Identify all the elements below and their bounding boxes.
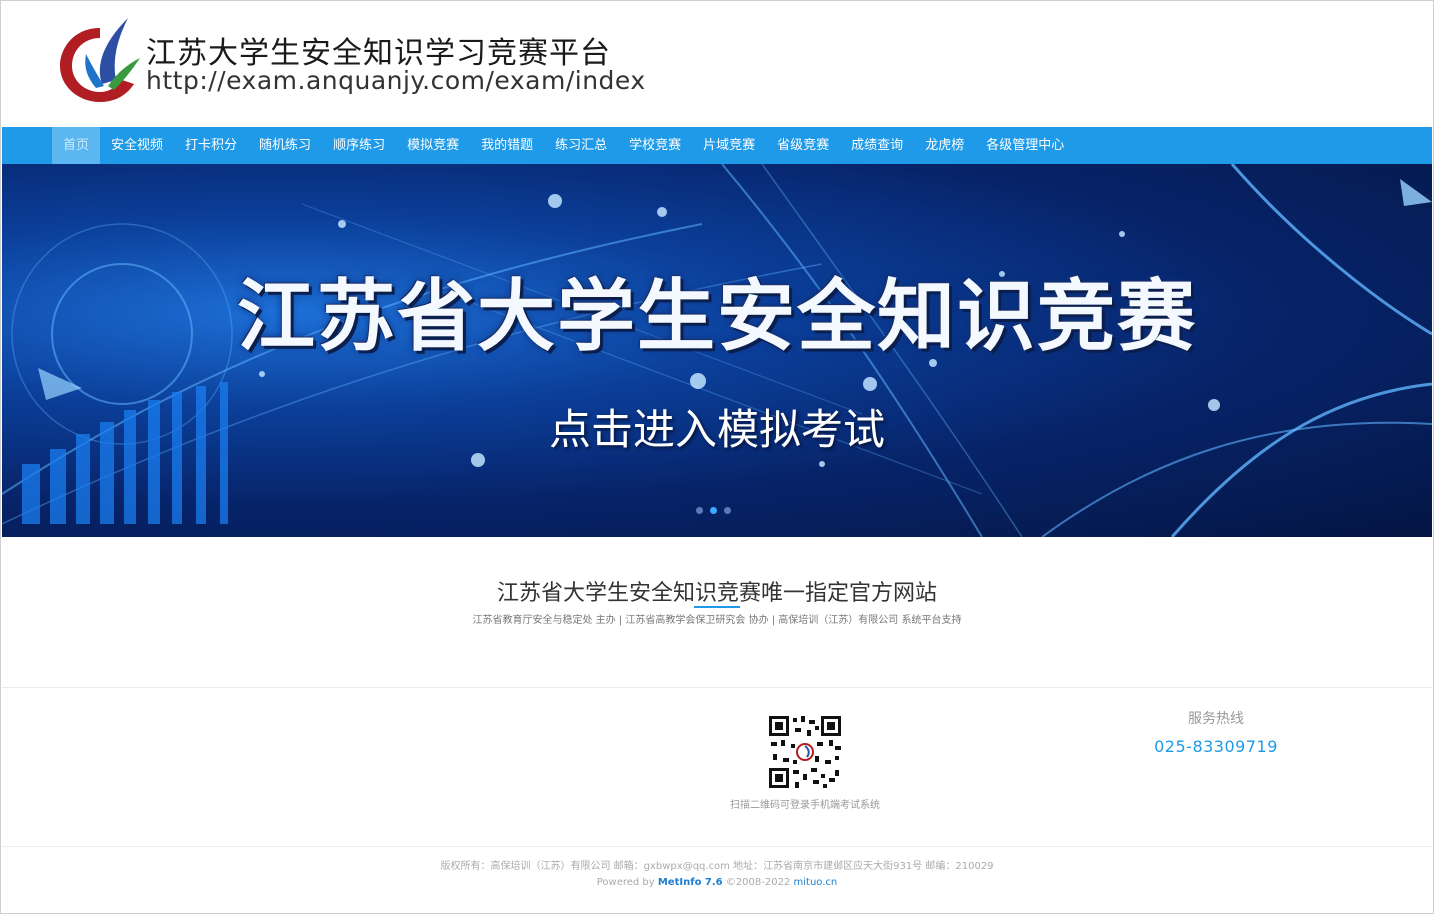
metinfo-link[interactable]: MetInfo 7.6 xyxy=(658,877,723,888)
slider-dot[interactable] xyxy=(696,507,703,514)
slider-dot[interactable] xyxy=(724,507,731,514)
slider-dots xyxy=(696,507,731,514)
powered-years: ©2008-2022 xyxy=(722,877,794,888)
nav-item-mock-contest[interactable]: 模拟竞赛 xyxy=(396,127,470,164)
mock-exam-entry-link[interactable]: 点击进入模拟考试 xyxy=(2,396,1432,457)
powered-prefix: Powered by xyxy=(596,877,658,888)
hotline-label: 服务热线 xyxy=(1188,711,1244,727)
nav-item-checkin-points[interactable]: 打卡积分 xyxy=(174,127,248,164)
hotline-number[interactable]: 025-83309719 xyxy=(1140,737,1292,756)
site-url: http://exam.anquanjy.com/exam/index xyxy=(146,66,646,95)
nav-item-score-query[interactable]: 成绩查询 xyxy=(840,127,914,164)
nav-item-practice-summary[interactable]: 练习汇总 xyxy=(544,127,618,164)
nav-item-school-contest[interactable]: 学校竞赛 xyxy=(618,127,692,164)
copyright-text: 版权所有：高保培训（江苏）有限公司 邮箱：gxbwpx@qq.com 地址：江苏… xyxy=(440,861,994,872)
nav-item-region-contest[interactable]: 片域竞赛 xyxy=(692,127,766,164)
nav-item-safety-videos[interactable]: 安全视频 xyxy=(100,127,174,164)
nav-item-province-contest[interactable]: 省级竞赛 xyxy=(766,127,840,164)
qr-code-icon xyxy=(769,716,841,788)
nav-item-my-mistakes[interactable]: 我的错题 xyxy=(470,127,544,164)
powered-by: Powered by MetInfo 7.6 ©2008-2022 mituo.… xyxy=(0,877,1434,888)
site-header: 江苏大学生安全知识学习竞赛平台 http://exam.anquanjy.com… xyxy=(0,0,1434,127)
nav-item-home[interactable]: 首页 xyxy=(52,127,101,164)
slider-dot-active[interactable] xyxy=(710,507,717,514)
qr-caption: 扫描二维码可登录手机端考试系统 xyxy=(730,800,880,811)
nav-item-random-practice[interactable]: 随机练习 xyxy=(248,127,322,164)
logo-icon[interactable] xyxy=(56,14,142,106)
footer-divider-top xyxy=(2,687,1432,688)
mituo-link[interactable]: mituo.cn xyxy=(794,877,838,888)
main-nav: 首页 安全视频 打卡积分 随机练习 顺序练习 模拟竞赛 我的错题 练习汇总 学校… xyxy=(2,127,1432,164)
footer-divider-bottom xyxy=(2,846,1432,847)
intro-underline xyxy=(694,606,740,608)
intro-title: 江苏省大学生安全知识竞赛唯一指定官方网站 xyxy=(496,581,937,606)
banner-title: 江苏省大学生安全知识竞赛 xyxy=(236,272,1197,362)
nav-item-leaderboard[interactable]: 龙虎榜 xyxy=(914,127,975,164)
banner-slider[interactable]: 江苏省大学生安全知识竞赛 点击进入模拟考试 xyxy=(2,164,1432,537)
nav-item-management-center[interactable]: 各级管理中心 xyxy=(975,127,1075,164)
nav-item-sequential-practice[interactable]: 顺序练习 xyxy=(322,127,396,164)
intro-subtitle: 江苏省教育厅安全与稳定处 主办 | 江苏省高教学会保卫研究会 协办 | 高保培训… xyxy=(472,615,962,626)
